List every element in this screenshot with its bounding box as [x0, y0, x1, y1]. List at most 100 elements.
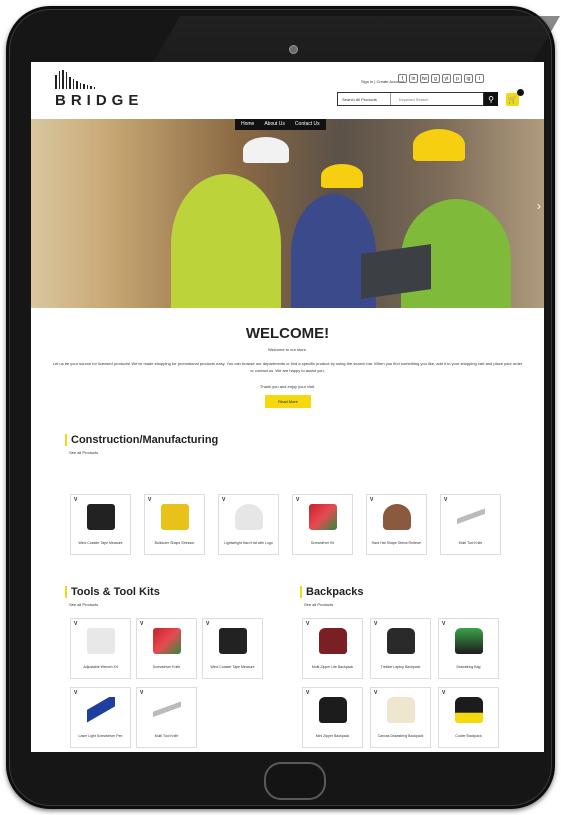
product-label: Hard Hat Shape Stress Reliever	[371, 541, 422, 545]
product-card[interactable]: V Canvas Drawstring Backpack	[370, 687, 431, 748]
see-all-link[interactable]: See all Products	[69, 450, 98, 455]
product-label: Drawstring Bag	[456, 665, 481, 669]
brand-mark: V	[306, 621, 310, 627]
social-icon[interactable]: p	[453, 74, 462, 83]
screen: BRIDGE Sign in | Create Account f in tw …	[31, 62, 544, 752]
search-bar: Search All Products Keyword Search	[337, 92, 484, 106]
product-card[interactable]: V Multi-Zipper Lite Backpack	[302, 618, 363, 679]
nav-about[interactable]: About Us	[264, 121, 285, 127]
product-card[interactable]: V Hard Hat Shape Stress Reliever	[366, 494, 427, 555]
hard-hat-icon	[383, 504, 411, 530]
logo-text[interactable]: BRIDGE	[55, 92, 143, 109]
brand-mark: V	[206, 621, 210, 627]
product-card[interactable]: V Adjustable Wrench Kit	[70, 618, 131, 679]
main-nav: Home About Us Contact Us	[235, 119, 326, 130]
hero-helmet-white	[243, 137, 289, 163]
product-card[interactable]: V Cooler Backpack	[438, 687, 499, 748]
product-label: Adjustable Wrench Kit	[83, 665, 118, 669]
see-all-link[interactable]: See all Products	[304, 602, 333, 607]
logo-icon[interactable]	[55, 70, 95, 89]
brand-mark: V	[306, 690, 310, 696]
social-icon[interactable]: g	[431, 74, 440, 83]
hard-hat-icon	[235, 504, 263, 530]
social-icon[interactable]: f	[398, 74, 407, 83]
tape-measure-icon	[219, 628, 247, 654]
hero-helmet-yellow	[321, 164, 363, 188]
search-icon[interactable]: ⚲	[484, 92, 498, 106]
chevron-right-icon[interactable]: ›	[537, 199, 541, 213]
search-input[interactable]: Keyword Search	[391, 97, 428, 102]
cart-count-badge	[517, 89, 524, 96]
home-button[interactable]	[264, 762, 326, 800]
hero-banner: Home About Us Contact Us ›	[31, 119, 544, 308]
section-title[interactable]: Tools & Tool Kits	[65, 586, 160, 598]
see-all-link[interactable]: See all Products	[69, 602, 98, 607]
product-card[interactable]: V Lightweight Hard Hat with Logo	[218, 494, 279, 555]
product-label: Lightweight Hard Hat with Logo	[224, 541, 273, 545]
product-label: Cooler Backpack	[455, 734, 482, 738]
product-label: Bulldozer Shape Stressor	[154, 541, 195, 545]
product-label: Multi Tool Knife	[458, 541, 483, 545]
product-card[interactable]: V Mini Zipper Backpack	[302, 687, 363, 748]
section-title[interactable]: Backpacks	[300, 586, 364, 598]
backpack-icon	[387, 697, 415, 723]
search-category-select[interactable]: Search All Products	[338, 93, 391, 105]
tool-icon	[457, 504, 485, 530]
welcome-description: Let us be your source for licensed produ…	[52, 361, 523, 373]
read-more-button[interactable]: Read More	[265, 395, 311, 408]
welcome-thanks: Thank you and enjoy your visit.	[259, 384, 316, 389]
product-label: Laser Light Screwdriver Pen	[78, 734, 123, 738]
backpack-icon	[455, 697, 483, 723]
welcome-section: WELCOME! Welcome to our store. Let us be…	[31, 308, 544, 428]
screwdriver-icon	[309, 504, 337, 530]
brand-mark: V	[296, 497, 300, 503]
camera-icon	[289, 45, 298, 54]
site-header: BRIDGE Sign in | Create Account f in tw …	[31, 62, 544, 114]
product-label: Wind Coaster Tape Measure	[210, 665, 255, 669]
backpack-icon	[319, 697, 347, 723]
screwdriver-icon	[153, 628, 181, 654]
brand-mark: V	[374, 621, 378, 627]
product-card[interactable]: V Bulldozer Shape Stressor	[144, 494, 205, 555]
product-label: Mini Zipper Backpack	[315, 734, 350, 738]
social-icon[interactable]: t	[475, 74, 484, 83]
product-card[interactable]: V Screwdriver Knife	[136, 618, 197, 679]
social-icon[interactable]: yt	[442, 74, 451, 83]
brand-mark: V	[222, 497, 226, 503]
product-card[interactable]: V Drawstring Bag	[438, 618, 499, 679]
social-icon[interactable]: tw	[420, 74, 429, 83]
brand-mark: V	[140, 621, 144, 627]
social-icon[interactable]: ig	[464, 74, 473, 83]
brand-mark: V	[74, 621, 78, 627]
wrench-icon	[87, 628, 115, 654]
hero-helmet-yellow	[413, 129, 465, 161]
product-label: Trekker Laptop Backpack	[380, 665, 421, 669]
brand-mark: V	[370, 497, 374, 503]
brand-mark: V	[374, 690, 378, 696]
product-card[interactable]: V Screwdriver Kit	[292, 494, 353, 555]
product-card[interactable]: V Wind Coaster Tape Measure	[70, 494, 131, 555]
backpack-icon	[319, 628, 347, 654]
product-card[interactable]: V Laser Light Screwdriver Pen	[70, 687, 131, 748]
product-card[interactable]: V Multi Tool Knife	[440, 494, 501, 555]
social-icon[interactable]: in	[409, 74, 418, 83]
product-card[interactable]: V Trekker Laptop Backpack	[370, 618, 431, 679]
brand-mark: V	[74, 690, 78, 696]
brand-mark: V	[442, 621, 446, 627]
brand-mark: V	[74, 497, 78, 503]
nav-home[interactable]: Home	[241, 121, 254, 127]
product-card[interactable]: V Multi Tool Knife	[136, 687, 197, 748]
brand-mark: V	[444, 497, 448, 503]
section-title[interactable]: Construction/Manufacturing	[65, 434, 218, 446]
backpack-icon	[455, 628, 483, 654]
product-label: Wind Coaster Tape Measure	[78, 541, 123, 545]
nav-contact[interactable]: Contact Us	[295, 121, 320, 127]
product-card[interactable]: V Wind Coaster Tape Measure	[202, 618, 263, 679]
product-label: Multi Tool Knife	[154, 734, 179, 738]
welcome-subtitle: Welcome to our store.	[267, 347, 308, 352]
brand-mark: V	[140, 690, 144, 696]
brand-mark: V	[442, 690, 446, 696]
product-label: Multi-Zipper Lite Backpack	[311, 665, 354, 669]
social-icons: f in tw g yt p ig t	[398, 74, 484, 83]
tape-measure-icon	[87, 504, 115, 530]
